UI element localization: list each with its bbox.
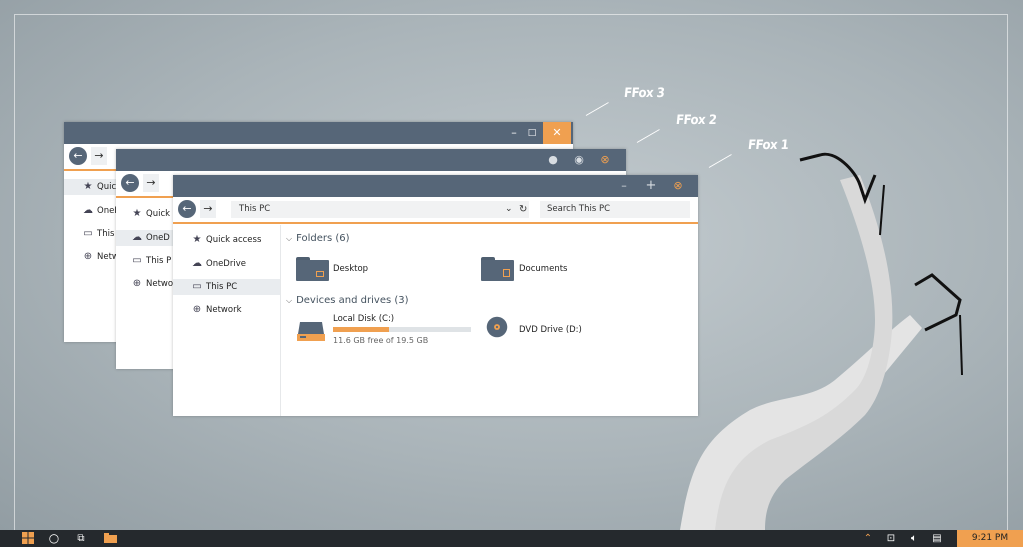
taskbar: ○ ⧉ ⌃ ⊡ 🔈︎ ▤ 9:21 PM [0, 530, 1023, 547]
close-button[interactable]: ⊗ [667, 175, 689, 197]
nav-item-quick-access[interactable]: ★ Quick [131, 206, 171, 222]
dvd-drive-icon[interactable] [482, 316, 512, 338]
nav-item-network[interactable]: ⊕ Netw [82, 249, 119, 265]
wallpaper-legs-art [680, 152, 963, 530]
disk-usage-fill [333, 327, 389, 332]
dvd-drive-label[interactable]: DVD Drive (D:) [519, 325, 582, 335]
network-icon: ⊕ [132, 278, 142, 289]
star-icon: ★ [132, 208, 142, 219]
task-view-icon[interactable]: ⧉ [71, 530, 91, 547]
nav-item-onedrive[interactable]: ☁ OneI [82, 203, 117, 219]
title-bar[interactable]: – + ⊗ [173, 175, 698, 197]
nav-item-onedrive[interactable]: ☁ OneDrive [191, 256, 246, 272]
minimize-button[interactable]: – [613, 175, 635, 197]
back-arrow-icon[interactable]: ← [178, 200, 196, 218]
chevron-down-icon: ⌵ [286, 296, 293, 305]
close-button[interactable]: ⊗ [594, 149, 616, 171]
cloud-icon: ☁ [83, 205, 93, 216]
monitor-icon: ▭ [192, 281, 202, 292]
maximize-button[interactable]: + [640, 175, 662, 197]
skin-label-ffox1: FFox 1 [747, 138, 790, 153]
nav-item-this-pc[interactable]: ▭ This [82, 226, 114, 242]
folder-icon[interactable] [481, 257, 514, 281]
monitor-icon: ▭ [83, 228, 93, 239]
network-icon: ⊕ [83, 251, 93, 262]
title-bar[interactable]: ● ◉ ⊗ [116, 149, 626, 171]
search-circle-icon[interactable]: ○ [45, 530, 63, 547]
star-icon: ★ [192, 234, 202, 245]
folder-desktop-label[interactable]: Desktop [333, 264, 368, 274]
folder-icon[interactable] [296, 257, 329, 281]
chevron-down-icon: ⌵ [286, 234, 293, 243]
forward-arrow-icon[interactable]: → [200, 200, 216, 218]
drives-section-header[interactable]: ⌵ Devices and drives (3) [286, 295, 409, 306]
search-input[interactable]: Search This PC [540, 201, 690, 218]
cloud-icon: ☁ [192, 258, 202, 269]
skin-label-ffox2: FFox 2 [675, 113, 718, 128]
taskbar-clock[interactable]: 9:21 PM [957, 530, 1023, 547]
disk-free-space: 11.6 GB free of 19.5 GB [333, 336, 429, 345]
file-explorer-icon[interactable] [100, 530, 120, 547]
navigation-bar: ← → This PC ⌄ ↻ Search This PC [173, 197, 698, 224]
nav-item-network[interactable]: ⊕ Network [191, 302, 242, 318]
folders-section-header[interactable]: ⌵ Folders (6) [286, 233, 350, 244]
hard-drive-icon[interactable] [296, 320, 326, 342]
address-bar[interactable]: This PC [231, 201, 529, 218]
network-icon: ⊕ [192, 304, 202, 315]
action-center-icon[interactable]: ▤ [928, 530, 946, 547]
forward-arrow-icon[interactable]: → [91, 147, 107, 165]
close-button[interactable]: ✕ [543, 122, 571, 144]
minimize-button[interactable]: ● [542, 149, 564, 171]
nav-item-network[interactable]: ⊕ Netwo [131, 276, 173, 292]
nav-item-this-pc[interactable]: ▭ This P [131, 253, 171, 269]
explorer-window-ffox1[interactable]: – + ⊗ ← → This PC ⌄ ↻ Search This PC ★ Qu… [173, 175, 698, 416]
title-bar[interactable]: – □ ✕ [64, 122, 573, 144]
nav-item-quick-access[interactable]: ★ Quick access [191, 232, 262, 248]
forward-arrow-icon[interactable]: → [143, 174, 159, 192]
folder-documents-label[interactable]: Documents [519, 264, 567, 274]
skin-label-ffox3: FFox 3 [623, 86, 666, 101]
volume-icon[interactable]: 🔈︎ [905, 530, 923, 547]
maximize-button[interactable]: ◉ [568, 149, 590, 171]
windows-start-icon[interactable] [18, 530, 38, 547]
maximize-button[interactable]: □ [521, 122, 543, 144]
star-icon: ★ [83, 181, 93, 192]
chevron-down-icon[interactable]: ⌄ [505, 201, 513, 218]
chevron-up-icon[interactable]: ⌃ [860, 530, 876, 547]
disk-usage-bar [333, 327, 471, 332]
nav-item-this-pc[interactable]: ▭ This PC [173, 279, 280, 295]
network-tray-icon[interactable]: ⊡ [882, 530, 900, 547]
pane-divider [280, 225, 281, 416]
monitor-icon: ▭ [132, 255, 142, 266]
back-arrow-icon[interactable]: ← [121, 174, 139, 192]
cloud-icon: ☁ [132, 232, 142, 243]
back-arrow-icon[interactable]: ← [69, 147, 87, 165]
refresh-icon[interactable]: ↻ [519, 201, 527, 218]
local-disk-label[interactable]: Local Disk (C:) [333, 314, 394, 324]
